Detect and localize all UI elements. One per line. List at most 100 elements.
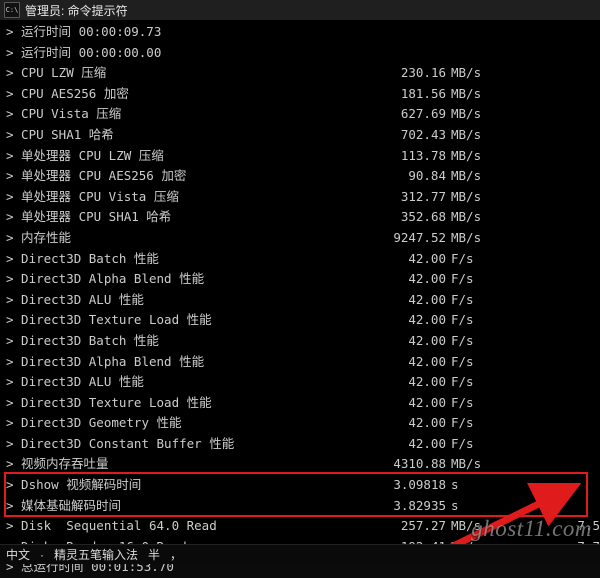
metric-number: 312.77 — [400, 188, 446, 204]
console-line: > Direct3D Alpha Blend 性能 42.00 F/s — [0, 352, 600, 373]
console-line-value: 42.00 F/s — [368, 310, 600, 331]
console-line-value: 113.78 MB/s — [368, 146, 600, 167]
ime-method-name[interactable]: 精灵五笔输入法 — [54, 546, 138, 563]
console-line-label: > Disk Sequential 64.0 Read — [6, 518, 217, 534]
metric-unit: MB/s — [451, 147, 482, 163]
console-line: > Direct3D Texture Load 性能 42.00 F/s — [0, 393, 600, 414]
console-line-label: > 媒体基础解码时间 — [6, 497, 122, 513]
metric-number: 42.00 — [408, 250, 446, 266]
console-line: > Direct3D Texture Load 性能 42.00 F/s — [0, 310, 600, 331]
metric-unit: F/s — [451, 415, 474, 431]
metric-number: 42.00 — [408, 374, 446, 390]
ime-status-bar[interactable]: 中文 · 精灵五笔输入法 半 ， — [0, 544, 600, 564]
metric-unit: F/s — [451, 312, 474, 328]
console-line: > 单处理器 CPU Vista 压缩 312.77 MB/s — [0, 187, 600, 208]
metric-number: 627.69 — [400, 106, 446, 122]
console-line: > 单处理器 CPU AES256 加密 90.84 MB/s — [0, 166, 600, 187]
metric-unit: MB/s — [451, 126, 482, 142]
console-line-value: 42.00 F/s — [368, 393, 600, 414]
console-line-value: 42.00 F/s — [368, 413, 600, 434]
console-line: > 运行时间 00:00:00.00 — [0, 43, 600, 64]
console-line: > Direct3D Batch 性能 42.00 F/s — [0, 331, 600, 352]
console-line-label: > Direct3D ALU 性能 — [6, 291, 144, 307]
console-line: > Direct3D ALU 性能 42.00 F/s — [0, 290, 600, 311]
console-line-label: > 运行时间 00:00:09.73 — [6, 24, 162, 39]
console-line-value: 702.43 MB/s — [368, 125, 600, 146]
metric-unit: s — [451, 497, 459, 513]
screen: C:\ 管理员: 命令提示符 > 运行时间 00:00:09.73 > 运行时间 … — [0, 0, 600, 574]
console-line: > Dshow 视频解码时间 3.09818 s — [0, 475, 600, 496]
metric-unit: MB/s — [451, 209, 482, 225]
metric-number: 42.00 — [408, 353, 446, 369]
console-line: > Direct3D Batch 性能 42.00 F/s — [0, 249, 600, 270]
console-line-value: 42.00 F/s — [368, 372, 600, 393]
console-line-value: 42.00 F/s — [368, 434, 600, 455]
metric-unit: F/s — [451, 353, 474, 369]
console-output[interactable]: > 运行时间 00:00:09.73 > 运行时间 00:00:00.00 > CP… — [0, 20, 600, 574]
console-line-value: 42.00 F/s — [368, 269, 600, 290]
console-line-value: 3.82935 s — [368, 496, 600, 517]
console-line-label: > Direct3D Batch 性能 — [6, 250, 159, 266]
metric-number: 90.84 — [408, 168, 446, 184]
console-line-value: 627.69 MB/s — [368, 104, 600, 125]
metric-unit: F/s — [451, 332, 474, 348]
console-line: > CPU SHA1 哈希 702.43 MB/s — [0, 125, 600, 146]
metric-number: 4310.88 — [393, 456, 446, 472]
metric-score: 7.5 — [577, 518, 600, 534]
ime-width-mode[interactable]: 半 — [148, 546, 160, 563]
console-line-label: > 单处理器 CPU LZW 压缩 — [6, 147, 164, 163]
metric-number: 42.00 — [408, 332, 446, 348]
metric-unit: F/s — [451, 435, 474, 451]
console-line-value: 42.00 F/s — [368, 249, 600, 270]
metric-number: 42.00 — [408, 271, 446, 287]
console-line-label: > 单处理器 CPU AES256 加密 — [6, 168, 187, 184]
console-line: > CPU AES256 加密 181.56 MB/s — [0, 84, 600, 105]
console-line-value: 352.68 MB/s — [368, 207, 600, 228]
metric-number: 352.68 — [400, 209, 446, 225]
metric-number: 257.27 — [400, 518, 446, 534]
console-line-label: > Direct3D Alpha Blend 性能 — [6, 353, 205, 369]
console-line-label: > Direct3D Geometry 性能 — [6, 415, 182, 431]
ime-language[interactable]: 中文 — [6, 546, 30, 563]
console-line-label: > 内存性能 — [6, 229, 72, 245]
console-line: > CPU Vista 压缩 627.69 MB/s — [0, 104, 600, 125]
console-line-label: > Direct3D Alpha Blend 性能 — [6, 271, 205, 287]
console-line-value: 257.27 MB/s 7.5 — [368, 516, 600, 537]
metric-unit: F/s — [451, 250, 474, 266]
metric-number: 113.78 — [400, 147, 446, 163]
console-line-label: > Direct3D Texture Load 性能 — [6, 312, 212, 328]
ime-punctuation-mode[interactable]: ， — [170, 546, 182, 563]
console-line: > Disk Sequential 64.0 Read 257.27 MB/s 7.5 — [0, 516, 600, 537]
console-line-label: > 运行时间 00:00:00.00 — [6, 44, 162, 60]
console-line: > 单处理器 CPU SHA1 哈希 352.68 MB/s — [0, 207, 600, 228]
metric-unit: MB/s — [451, 456, 482, 472]
metric-number: 3.82935 — [393, 497, 446, 513]
metric-unit: MB/s — [451, 65, 482, 81]
console-line-value: 90.84 MB/s — [368, 166, 600, 187]
console-line-label: > CPU LZW 压缩 — [6, 65, 107, 81]
console-line-value: 9247.52 MB/s — [368, 228, 600, 249]
metric-unit: MB/s — [451, 106, 482, 122]
console-line-label: > CPU AES256 加密 — [6, 85, 129, 101]
console-line: > 媒体基础解码时间 3.82935 s — [0, 496, 600, 517]
metric-unit: F/s — [451, 394, 474, 410]
metric-unit: MB/s — [451, 188, 482, 204]
console-line: > 视频内存吞吐量 4310.88 MB/s — [0, 454, 600, 475]
console-line-label: > 单处理器 CPU SHA1 哈希 — [6, 209, 172, 225]
metric-number: 42.00 — [408, 291, 446, 307]
metric-unit: F/s — [451, 374, 474, 390]
metric-number: 9247.52 — [393, 229, 446, 245]
metric-unit: F/s — [451, 291, 474, 307]
metric-unit: MB/s — [451, 85, 482, 101]
console-line-value: 42.00 F/s — [368, 331, 600, 352]
ime-separator-dot: · — [40, 547, 45, 562]
console-line-label: > Direct3D ALU 性能 — [6, 374, 144, 390]
console-line-value: 42.00 F/s — [368, 352, 600, 373]
console-line: > Direct3D ALU 性能 42.00 F/s — [0, 372, 600, 393]
console-line: > 单处理器 CPU LZW 压缩 113.78 MB/s — [0, 146, 600, 167]
console-line-label: > 单处理器 CPU Vista 压缩 — [6, 188, 179, 204]
metric-number: 702.43 — [400, 126, 446, 142]
metric-number: 230.16 — [400, 65, 446, 81]
console-line-label: > CPU Vista 压缩 — [6, 106, 122, 122]
console-line: > CPU LZW 压缩 230.16 MB/s — [0, 63, 600, 84]
